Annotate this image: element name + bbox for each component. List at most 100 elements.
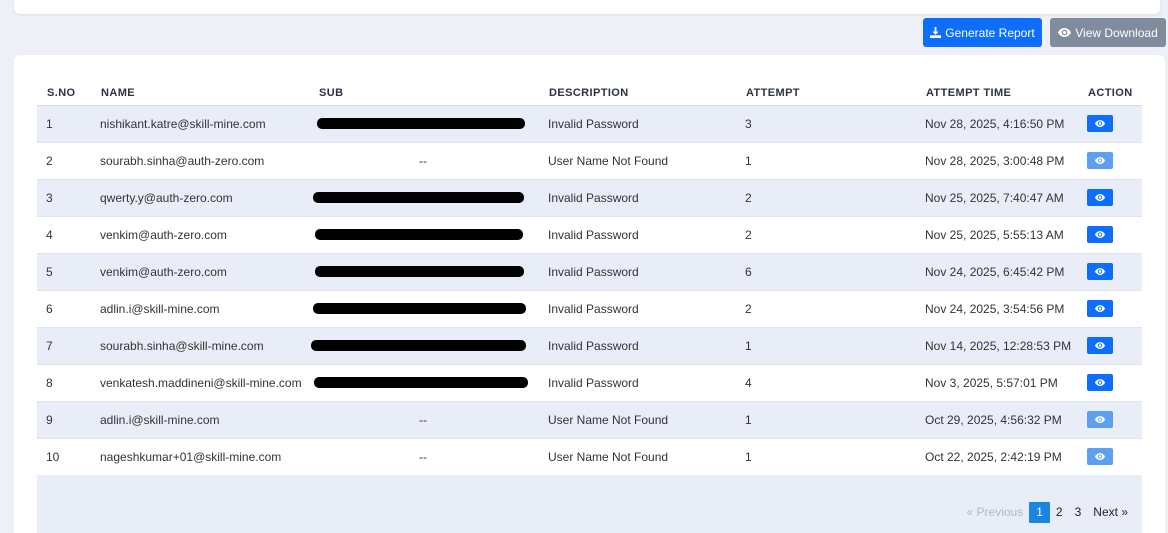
cell-name: venkim@auth-zero.com [91, 216, 309, 254]
cell-description: Invalid Password [539, 179, 736, 217]
cell-sub: -- [309, 438, 539, 476]
table-row: 6 adlin.i@skill-mine.com Invalid Password 2… [37, 290, 1142, 328]
redacted-sub [315, 228, 523, 240]
cell-attempt-time: Oct 22, 2025, 2:42:19 PM [916, 438, 1078, 476]
cell-attempt: 4 [736, 364, 916, 402]
cell-attempt: 1 [736, 327, 916, 365]
cell-attempt: 2 [736, 216, 916, 254]
cell-attempt-time: Nov 14, 2025, 12:28:53 PM [916, 327, 1078, 365]
view-attempt-button[interactable] [1087, 263, 1113, 280]
cell-sub [309, 179, 539, 217]
cell-attempt-time: Nov 3, 2025, 5:57:01 PM [916, 364, 1078, 402]
cell-action [1078, 327, 1142, 365]
view-attempt-button[interactable] [1087, 115, 1113, 132]
view-attempt-button[interactable] [1087, 374, 1113, 391]
view-download-button[interactable]: View Download [1050, 18, 1166, 47]
view-attempt-button[interactable] [1087, 152, 1113, 169]
cell-description: Invalid Password [539, 253, 736, 291]
cell-sub [309, 290, 539, 328]
cell-name: nageshkumar+01@skill-mine.com [91, 438, 309, 476]
cell-attempt-time: Oct 29, 2025, 4:56:32 PM [916, 401, 1078, 439]
cell-action [1078, 438, 1142, 476]
view-attempt-button[interactable] [1087, 411, 1113, 428]
eye-icon [1095, 416, 1105, 423]
eye-icon [1095, 453, 1105, 460]
redacted-sub [314, 376, 528, 388]
cell-sno: 1 [37, 105, 91, 143]
redacted-sub [311, 339, 526, 351]
column-header-attempt-time: ATTEMPT TIME [916, 81, 1078, 106]
cell-description: Invalid Password [539, 216, 736, 254]
attempts-table: S.NO NAME SUB DESCRIPTION ATTEMPT ATTEMP… [37, 81, 1142, 476]
column-header-sno: S.NO [37, 81, 91, 106]
eye-icon [1095, 157, 1105, 164]
column-header-name: NAME [91, 81, 309, 106]
cell-attempt-time: Nov 28, 2025, 4:16:50 PM [916, 105, 1078, 143]
cell-action [1078, 401, 1142, 439]
page-1-link[interactable]: 1 [1029, 502, 1050, 523]
view-download-label: View Download [1075, 25, 1158, 40]
table-row: 1 nishikant.katre@skill-mine.com Invalid P… [37, 105, 1142, 143]
column-header-action: ACTION [1078, 81, 1142, 106]
next-page-link[interactable]: Next » [1087, 502, 1134, 523]
cell-action [1078, 216, 1142, 254]
cell-sno: 8 [37, 364, 91, 402]
eye-icon [1095, 379, 1105, 386]
cell-action [1078, 364, 1142, 402]
cell-attempt: 1 [736, 438, 916, 476]
sub-value: -- [419, 153, 427, 168]
view-attempt-button[interactable] [1087, 448, 1113, 465]
download-icon [930, 27, 942, 38]
top-card [14, 0, 1160, 14]
table-row: 8 venkatesh.maddineni@skill-mine.com Inval… [37, 364, 1142, 402]
redacted-sub [313, 302, 526, 314]
eye-icon [1058, 28, 1072, 37]
table-row: 4 venkim@auth-zero.com Invalid Password 2 No… [37, 216, 1142, 254]
generate-report-label: Generate Report [945, 25, 1035, 40]
cell-sub [309, 216, 539, 254]
redacted-sub [317, 117, 525, 129]
view-attempt-button[interactable] [1087, 226, 1113, 243]
generate-report-button[interactable]: Generate Report [923, 18, 1042, 47]
previous-page-link[interactable]: « Previous [961, 502, 1030, 523]
cell-attempt: 1 [736, 401, 916, 439]
cell-name: adlin.i@skill-mine.com [91, 401, 309, 439]
eye-icon [1095, 120, 1105, 127]
cell-name: qwerty.y@auth-zero.com [91, 179, 309, 217]
column-header-description: DESCRIPTION [539, 81, 736, 106]
cell-name: sourabh.sinha@auth-zero.com [91, 142, 309, 180]
cell-sno: 10 [37, 438, 91, 476]
view-attempt-button[interactable] [1087, 300, 1113, 317]
cell-sno: 6 [37, 290, 91, 328]
cell-attempt: 6 [736, 253, 916, 291]
column-header-sub: SUB [309, 81, 539, 106]
cell-attempt: 2 [736, 179, 916, 217]
view-attempt-button[interactable] [1087, 337, 1113, 354]
cell-attempt-time: Nov 25, 2025, 7:40:47 AM [916, 179, 1078, 217]
table-header-row: S.NO NAME SUB DESCRIPTION ATTEMPT ATTEMP… [37, 81, 1142, 106]
view-attempt-button[interactable] [1087, 189, 1113, 206]
cell-description: User Name Not Found [539, 438, 736, 476]
table-row: 5 venkim@auth-zero.com Invalid Password 6 No… [37, 253, 1142, 291]
redacted-sub [315, 265, 524, 277]
cell-action [1078, 290, 1142, 328]
cell-description: Invalid Password [539, 364, 736, 402]
cell-name: venkim@auth-zero.com [91, 253, 309, 291]
cell-sno: 2 [37, 142, 91, 180]
cell-description: User Name Not Found [539, 142, 736, 180]
table-row: 2 sourabh.sinha@auth-zero.com -- User Name … [37, 142, 1142, 180]
column-header-attempt: ATTEMPT [736, 81, 916, 106]
cell-sub: -- [309, 401, 539, 439]
cell-name: nishikant.katre@skill-mine.com [91, 105, 309, 143]
eye-icon [1095, 268, 1105, 275]
cell-attempt: 3 [736, 105, 916, 143]
cell-action [1078, 142, 1142, 180]
table-row: 3 qwerty.y@auth-zero.com Invalid Password 2… [37, 179, 1142, 217]
page-2-link[interactable]: 2 [1050, 502, 1069, 523]
cell-attempt-time: Nov 28, 2025, 3:00:48 PM [916, 142, 1078, 180]
cell-name: adlin.i@skill-mine.com [91, 290, 309, 328]
cell-action [1078, 179, 1142, 217]
cell-attempt-time: Nov 24, 2025, 6:45:42 PM [916, 253, 1078, 291]
cell-description: Invalid Password [539, 327, 736, 365]
page-3-link[interactable]: 3 [1069, 502, 1088, 523]
